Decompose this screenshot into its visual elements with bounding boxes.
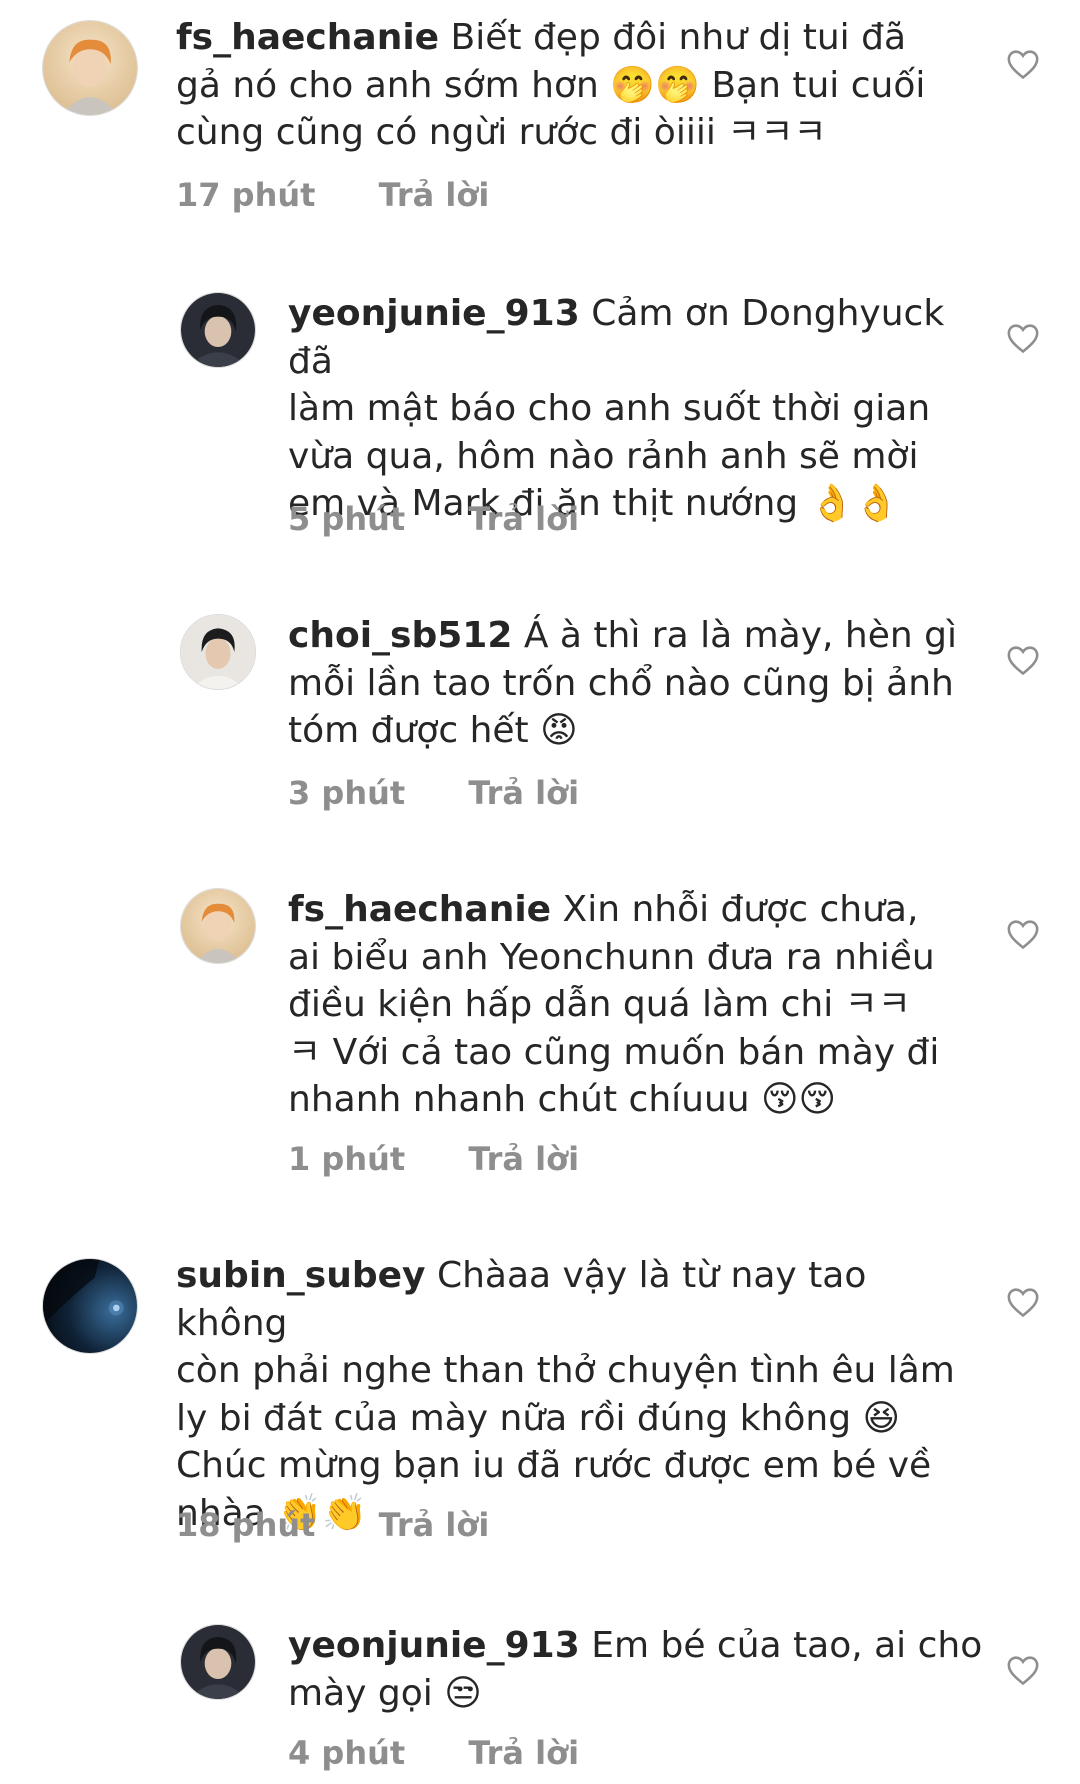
avatar[interactable]	[180, 614, 256, 690]
avatar[interactable]	[42, 20, 138, 116]
avatar-dark-hair-icon	[181, 293, 255, 367]
comment-line: vừa qua, hôm nào rảnh anh sẽ mời	[288, 435, 919, 477]
like-heart-icon[interactable]	[1006, 322, 1040, 354]
comment-text: fs_haechanie Xin nhỗi được chưa, ai biểu…	[288, 886, 988, 1124]
like-heart-icon[interactable]	[1006, 1654, 1040, 1686]
comment-line: Á à thì ra là mày, hèn gì	[523, 615, 958, 656]
comment-line: mỗi lần tao trốn chổ nào cũng bị ảnh	[288, 662, 954, 704]
comment-meta: 17 phút Trả lời	[176, 176, 489, 214]
comment-line: ㅋ Với cả tao cũng muốn bán mày đi	[288, 1031, 940, 1073]
comment-time: 4 phút	[288, 1734, 406, 1772]
avatar[interactable]	[180, 292, 256, 368]
like-heart-icon[interactable]	[1006, 48, 1040, 80]
avatar[interactable]	[42, 1258, 138, 1354]
comment-time: 17 phút	[176, 176, 316, 214]
comment-time: 1 phút	[288, 1140, 406, 1178]
comment-line: gả nó cho anh sớm hơn 🤭🤭 Bạn tui cuối	[176, 64, 926, 106]
username[interactable]: yeonjunie_913	[288, 293, 580, 334]
comment-time: 18 phút	[176, 1506, 316, 1544]
comment-text: yeonjunie_913 Cảm ơn Donghyuck đã làm mậ…	[288, 290, 988, 528]
avatar[interactable]	[180, 888, 256, 964]
avatar-night-sky-icon	[43, 1259, 137, 1353]
username[interactable]: subin_subey	[176, 1255, 426, 1296]
comment-line: Xin nhỗi được chưa,	[562, 889, 919, 930]
avatar-dark-hair-light-icon	[181, 615, 255, 689]
comment-meta: 3 phút Trả lời	[288, 774, 579, 812]
comment-text: yeonjunie_913 Em bé của tao, ai cho mày …	[288, 1622, 988, 1717]
comment-meta: 5 phút Trả lời	[288, 500, 579, 538]
like-heart-icon[interactable]	[1006, 1286, 1040, 1318]
comment-line: điều kiện hấp dẫn quá làm chi ㅋㅋ	[288, 984, 911, 1025]
comment-text: fs_haechanie Biết đẹp đôi như dị tui đã …	[176, 14, 976, 157]
username[interactable]: choi_sb512	[288, 615, 512, 656]
comment-line: làm mật báo cho anh suốt thời gian	[288, 388, 931, 429]
comment-time: 3 phút	[288, 774, 406, 812]
comment-line: ly bi đát của mày nữa rồi đúng không 😆	[176, 1397, 901, 1439]
comment-meta: 4 phút Trả lời	[288, 1734, 579, 1772]
reply-button[interactable]: Trả lời	[468, 500, 579, 538]
comment-line: Biết đẹp đôi như dị tui đã	[450, 17, 907, 58]
avatar-orange-hair-icon	[181, 889, 255, 963]
reply-button[interactable]: Trả lời	[468, 774, 579, 812]
comment-line: ai biểu anh Yeonchunn đưa ra nhiều	[288, 936, 935, 978]
like-heart-icon[interactable]	[1006, 644, 1040, 676]
reply-button[interactable]: Trả lời	[468, 1734, 579, 1772]
avatar[interactable]	[180, 1624, 256, 1700]
like-heart-icon[interactable]	[1006, 918, 1040, 950]
comment-line: còn phải nghe than thở chuyện tình êu lâ…	[176, 1350, 955, 1391]
avatar-orange-hair-icon	[43, 21, 137, 115]
comment-meta: 1 phút Trả lời	[288, 1140, 579, 1178]
reply-button[interactable]: Trả lời	[379, 176, 490, 214]
comment-line: cùng cũng có ngừi rước đi òiiii ㅋㅋㅋ	[176, 112, 827, 153]
username[interactable]: fs_haechanie	[288, 889, 551, 930]
username[interactable]: yeonjunie_913	[288, 1625, 580, 1666]
comment-time: 5 phút	[288, 500, 406, 538]
comment-line: mày gọi 😒	[288, 1672, 482, 1714]
comment-line: tóm được hết 😡	[288, 710, 578, 751]
avatar-dark-hair-icon	[181, 1625, 255, 1699]
reply-button[interactable]: Trả lời	[379, 1506, 490, 1544]
comment-text: subin_subey Chàaa vậy là từ nay tao khôn…	[176, 1252, 976, 1537]
comment-line: Chúc mừng bạn iu đã rước được em bé về	[176, 1445, 932, 1486]
comment-meta: 18 phút Trả lời	[176, 1506, 489, 1544]
comment-text: choi_sb512 Á à thì ra là mày, hèn gì mỗi…	[288, 612, 988, 755]
comment-line: Em bé của tao, ai cho	[591, 1625, 983, 1666]
reply-button[interactable]: Trả lời	[468, 1140, 579, 1178]
username[interactable]: fs_haechanie	[176, 17, 439, 58]
comment-line: nhanh nhanh chút chíuuu 😚😚	[288, 1079, 837, 1120]
